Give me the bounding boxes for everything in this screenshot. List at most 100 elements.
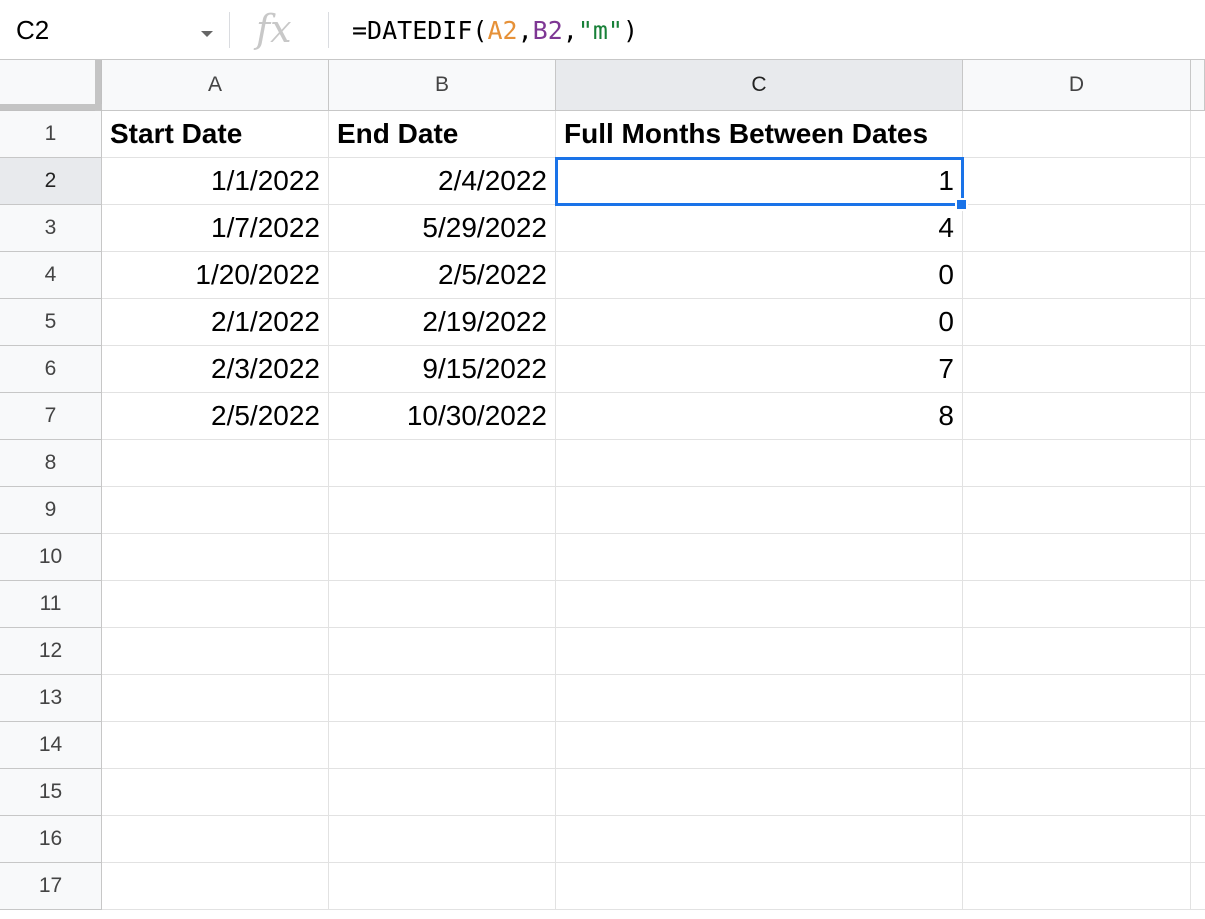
cell-a16[interactable] [102,816,329,863]
cell-b1[interactable]: End Date [329,111,556,158]
row-freeze-handle[interactable] [0,104,102,110]
cell-d8[interactable] [963,440,1191,487]
cell-a5[interactable]: 2/1/2022 [102,299,329,346]
cell-a15[interactable] [102,769,329,816]
cell-b3[interactable]: 5/29/2022 [329,205,556,252]
cell-d11[interactable] [963,581,1191,628]
cell-c15[interactable] [556,769,963,816]
cell-d1[interactable] [963,111,1191,158]
cell-c4[interactable]: 0 [556,252,963,299]
name-box[interactable]: C2 [0,4,226,56]
cell-a14[interactable] [102,722,329,769]
cell-d10[interactable] [963,534,1191,581]
cell-partial[interactable] [1191,440,1205,487]
cell-d16[interactable] [963,816,1191,863]
cell-b17[interactable] [329,863,556,910]
row-header-9[interactable]: 9 [0,487,102,534]
cell-b7[interactable]: 10/30/2022 [329,393,556,440]
cell-c8[interactable] [556,440,963,487]
cell-d2[interactable] [963,158,1191,205]
cell-partial[interactable] [1191,675,1205,722]
cell-a2[interactable]: 1/1/2022 [102,158,329,205]
cell-partial[interactable] [1191,863,1205,910]
row-header-1[interactable]: 1 [0,111,102,158]
cell-a17[interactable] [102,863,329,910]
cell-partial[interactable] [1191,252,1205,299]
cell-a11[interactable] [102,581,329,628]
cell-d17[interactable] [963,863,1191,910]
cell-b6[interactable]: 9/15/2022 [329,346,556,393]
cell-c6[interactable]: 7 [556,346,963,393]
cell-c10[interactable] [556,534,963,581]
row-header-3[interactable]: 3 [0,205,102,252]
cell-c7[interactable]: 8 [556,393,963,440]
cell-d15[interactable] [963,769,1191,816]
cell-partial[interactable] [1191,534,1205,581]
cell-a8[interactable] [102,440,329,487]
row-header-13[interactable]: 13 [0,675,102,722]
cell-a4[interactable]: 1/20/2022 [102,252,329,299]
row-header-16[interactable]: 16 [0,816,102,863]
cell-a1[interactable]: Start Date [102,111,329,158]
row-header-4[interactable]: 4 [0,252,102,299]
cell-d3[interactable] [963,205,1191,252]
cell-d4[interactable] [963,252,1191,299]
row-header-2[interactable]: 2 [0,158,102,205]
column-header-a[interactable]: A [102,60,329,111]
fill-handle[interactable] [955,198,968,211]
cell-partial[interactable] [1191,393,1205,440]
cell-b11[interactable] [329,581,556,628]
select-all-corner[interactable] [0,60,102,111]
cell-d13[interactable] [963,675,1191,722]
cell-b14[interactable] [329,722,556,769]
cell-a12[interactable] [102,628,329,675]
row-header-10[interactable]: 10 [0,534,102,581]
cell-d6[interactable] [963,346,1191,393]
cell-b13[interactable] [329,675,556,722]
cell-c9[interactable] [556,487,963,534]
cell-c14[interactable] [556,722,963,769]
row-header-14[interactable]: 14 [0,722,102,769]
column-header-d[interactable]: D [963,60,1191,111]
column-header-c[interactable]: C [556,60,963,111]
cell-partial[interactable] [1191,628,1205,675]
cell-a13[interactable] [102,675,329,722]
cell-b2[interactable]: 2/4/2022 [329,158,556,205]
cell-c1[interactable]: Full Months Between Dates [556,111,963,158]
cell-partial[interactable] [1191,111,1205,158]
cell-b16[interactable] [329,816,556,863]
cell-d14[interactable] [963,722,1191,769]
row-header-6[interactable]: 6 [0,346,102,393]
column-header-partial[interactable] [1191,60,1205,111]
row-header-7[interactable]: 7 [0,393,102,440]
row-header-11[interactable]: 11 [0,581,102,628]
cell-b9[interactable] [329,487,556,534]
cell-b15[interactable] [329,769,556,816]
name-box-dropdown-icon[interactable] [201,31,213,37]
cell-a9[interactable] [102,487,329,534]
cell-d5[interactable] [963,299,1191,346]
cell-c16[interactable] [556,816,963,863]
cell-d7[interactable] [963,393,1191,440]
cell-c17[interactable] [556,863,963,910]
cell-c5[interactable]: 0 [556,299,963,346]
cell-partial[interactable] [1191,158,1205,205]
cell-c13[interactable] [556,675,963,722]
cell-b5[interactable]: 2/19/2022 [329,299,556,346]
cell-a7[interactable]: 2/5/2022 [102,393,329,440]
cell-a6[interactable]: 2/3/2022 [102,346,329,393]
cell-c3[interactable]: 4 [556,205,963,252]
cell-a3[interactable]: 1/7/2022 [102,205,329,252]
row-header-12[interactable]: 12 [0,628,102,675]
cell-partial[interactable] [1191,769,1205,816]
cell-c11[interactable] [556,581,963,628]
cell-b8[interactable] [329,440,556,487]
cell-partial[interactable] [1191,722,1205,769]
cell-b12[interactable] [329,628,556,675]
cell-partial[interactable] [1191,816,1205,863]
cell-b10[interactable] [329,534,556,581]
cell-partial[interactable] [1191,487,1205,534]
row-header-5[interactable]: 5 [0,299,102,346]
cell-c2[interactable]: 1 [556,158,963,205]
row-header-17[interactable]: 17 [0,863,102,910]
